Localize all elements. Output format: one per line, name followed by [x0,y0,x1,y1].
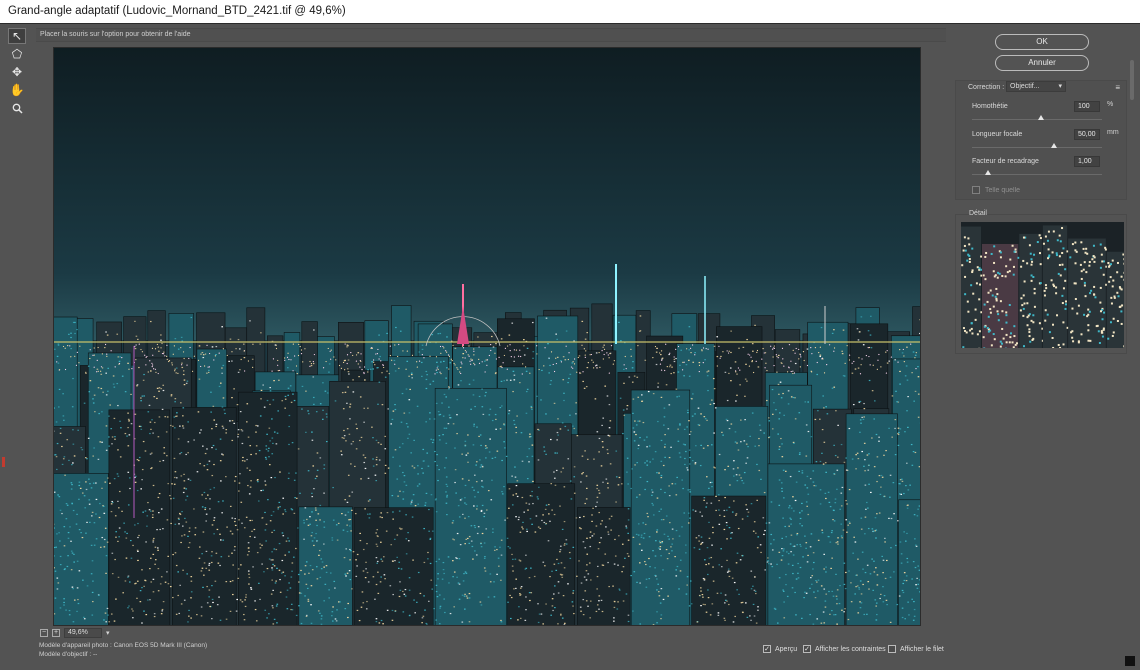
panel-scrollbar[interactable] [1130,60,1134,100]
chevron-down-icon[interactable]: ▾ [106,629,110,637]
show-mesh-checkbox-row[interactable]: Afficher le filet [888,645,944,653]
chevron-down-icon: ▾ [1058,83,1062,90]
homothetie-unit: % [1107,101,1114,108]
zoom-tool-icon[interactable] [8,100,26,116]
polygon-constraint-tool-icon[interactable]: ⬠ [8,46,26,62]
crop-factor-slider[interactable] [972,170,1102,175]
zoom-in-button[interactable]: + [52,629,60,637]
homothetie-label: Homothétie [972,103,1008,110]
preview-label: Aperçu [775,645,798,653]
zoom-controls: − + 49,6% ▾ [40,628,110,638]
toolbox: ↖ ⬠ ✥ ✋ [8,28,30,118]
show-constraints-checkbox[interactable]: ✓ [803,645,811,653]
cancel-button[interactable]: Annuler [995,55,1089,71]
as-shot-checkbox[interactable] [972,186,980,194]
panel-menu-icon[interactable]: ≡ [1115,83,1120,92]
constraint-tool-icon[interactable]: ↖ [8,28,26,44]
help-hint-bar: Placer la souris sur l'option pour obten… [36,28,946,42]
focal-length-slider[interactable] [972,143,1102,148]
correction-panel: Correction : Objectif... ▾ ≡ Homothétie … [955,80,1127,200]
show-mesh-label: Afficher le filet [900,645,944,653]
image-preview-canvas[interactable] [53,47,921,626]
correction-select-value: Objectif... [1010,83,1040,90]
correction-label: Correction : [968,84,1005,91]
hand-tool-icon[interactable]: ✋ [8,82,26,98]
resize-corner[interactable] [1125,656,1135,666]
focal-length-field[interactable]: 50,00 [1074,129,1100,140]
show-constraints-checkbox-row[interactable]: ✓ Afficher les contraintes [803,645,886,653]
camera-model-text: Modèle d'appareil photo : Canon EOS 5D M… [39,642,208,649]
focal-length-unit: mm [1107,129,1119,136]
ok-button[interactable]: OK [995,34,1089,50]
detail-photo [961,222,1124,348]
crop-factor-label: Facteur de recadrage [972,158,1039,165]
detail-loupe [961,222,1124,348]
show-mesh-checkbox[interactable] [888,645,896,653]
crop-factor-field[interactable]: 1,00 [1074,156,1100,167]
homothetie-slider[interactable] [972,115,1102,120]
help-hint-text: Placer la souris sur l'option pour obten… [40,31,191,38]
move-tool-icon[interactable]: ✥ [8,64,26,80]
zoom-out-button[interactable]: − [40,629,48,637]
lens-model-text: Modèle d'objectif : -- [39,651,98,658]
edge-marker [2,457,5,467]
city-photo [54,48,920,625]
window-titlebar: Grand-angle adaptatif (Ludovic_Mornand_B… [0,0,1140,24]
homothetie-field[interactable]: 100 [1074,101,1100,112]
preview-checkbox[interactable]: ✓ [763,645,771,653]
show-constraints-label: Afficher les contraintes [815,645,886,653]
zoom-level-select[interactable]: 49,6% [64,628,102,638]
detail-label: Détail [969,210,987,217]
preview-checkbox-row[interactable]: ✓ Aperçu [763,645,797,653]
focal-length-slider-thumb[interactable] [1050,143,1057,148]
homothetie-slider-thumb[interactable] [1037,115,1044,120]
as-shot-label: Telle quelle [985,187,1021,194]
crop-factor-slider-thumb[interactable] [984,170,991,175]
correction-select[interactable]: Objectif... ▾ [1006,81,1066,92]
window-title: Grand-angle adaptatif (Ludovic_Mornand_B… [8,5,346,17]
focal-length-label: Longueur focale [972,131,1023,138]
